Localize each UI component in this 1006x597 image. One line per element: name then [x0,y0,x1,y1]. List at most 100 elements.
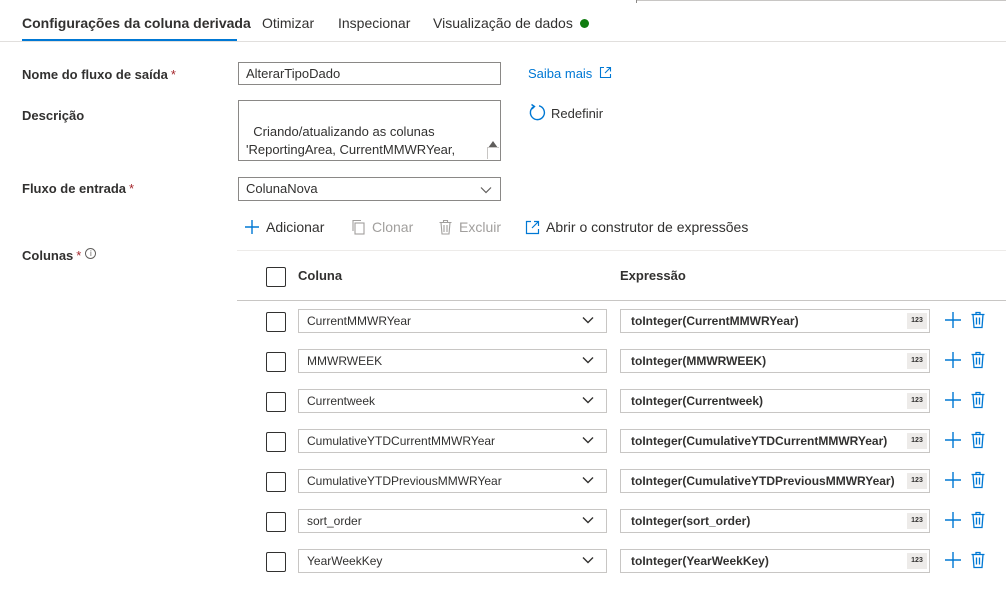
column-name: YearWeekKey [307,554,383,568]
row-checkbox[interactable] [266,552,286,572]
tab-data-preview[interactable]: Visualização de dados [433,15,589,31]
select-all-checkbox[interactable] [266,267,286,287]
add-row-icon[interactable] [944,551,962,569]
column-select[interactable]: CumulativeYTDCurrentMMWRYear [298,429,607,453]
input-stream-label: Fluxo de entrada * [22,181,134,196]
info-icon[interactable]: i [85,248,97,259]
input-stream-label-text: Fluxo de entrada [22,181,127,196]
input-stream-value: ColunaNova [246,181,318,196]
resize-grip-icon[interactable] [487,147,499,159]
delete-label: Excluir [459,219,502,235]
tab-inspect[interactable]: Inspecionar [338,15,410,31]
expression-input[interactable]: toInteger(Currentweek) 123 [620,389,930,413]
column-select[interactable]: CumulativeYTDPreviousMMWRYear [298,469,607,493]
delete-row-icon[interactable] [970,471,986,489]
delete-row-icon[interactable] [970,391,986,409]
required-marker: * [170,67,176,82]
expression-text: toInteger(sort_order) [631,514,751,528]
expression-header: Expressão [620,268,686,283]
add-row-icon[interactable] [944,391,962,409]
column-select[interactable]: YearWeekKey [298,549,607,573]
expression-text: toInteger(YearWeekKey) [631,554,769,568]
chevron-down-icon [480,187,492,194]
row-checkbox[interactable] [266,312,286,332]
column-select[interactable]: MMWRWEEK [298,349,607,373]
delete-row-icon[interactable] [970,351,986,369]
required-marker: * [129,181,135,196]
integer-type-badge: 123 [907,353,927,369]
column-name: Currentweek [307,394,376,408]
expression-input[interactable]: toInteger(sort_order) 123 [620,509,930,533]
integer-type-badge: 123 [907,553,927,569]
output-stream-label-text: Nome do fluxo de saída [22,67,168,82]
row-checkbox[interactable] [266,392,286,412]
add-button[interactable]: Adicionar [244,219,324,235]
row-checkbox[interactable] [266,432,286,452]
delete-row-icon[interactable] [970,431,986,449]
expression-text: toInteger(CurrentMMWRYear) [631,314,799,328]
top-divider [636,0,1006,1]
toolbar-divider [237,250,1006,251]
chevron-down-icon [582,397,594,404]
columns-label-text: Colunas [22,248,74,263]
open-expression-builder-label: Abrir o construtor de expressões [546,219,749,235]
delete-row-icon[interactable] [970,311,986,329]
integer-type-badge: 123 [907,513,927,529]
required-marker: * [76,248,82,263]
column-name: CumulativeYTDPreviousMMWRYear [307,474,502,488]
output-stream-input[interactable]: AlterarTipoDado [238,62,501,85]
chevron-down-icon [582,557,594,564]
column-name: sort_order [307,514,362,528]
refresh-icon [529,103,546,121]
tab-bar: Configurações da coluna derivada Otimiza… [0,0,1006,42]
output-stream-label: Nome do fluxo de saída * [22,67,176,82]
column-name: MMWRWEEK [307,354,383,368]
add-row-icon[interactable] [944,351,962,369]
integer-type-badge: 123 [907,473,927,489]
delete-row-icon[interactable] [970,551,986,569]
expression-input[interactable]: toInteger(CumulativeYTDPreviousMMWRYear)… [620,469,930,493]
reset-label: Redefinir [551,106,604,121]
reset-button[interactable]: Redefinir [528,103,603,122]
description-textarea[interactable]: Criando/atualizando as colunas 'Reportin… [238,100,501,161]
clone-button[interactable]: Clonar [351,219,413,235]
clone-label: Clonar [372,219,414,235]
add-row-icon[interactable] [944,471,962,489]
expression-text: toInteger(CumulativeYTDPreviousMMWRYear) [631,474,895,488]
copy-icon [352,219,365,235]
column-select[interactable]: CurrentMMWRYear [298,309,607,333]
status-dot-icon [579,19,589,28]
row-checkbox[interactable] [266,352,286,372]
active-tab-indicator [22,39,237,41]
column-name: CurrentMMWRYear [307,314,412,328]
trash-icon [439,219,452,235]
tab-optimize[interactable]: Otimizar [262,15,314,31]
add-row-icon[interactable] [944,431,962,449]
plus-icon [245,220,259,234]
expression-input[interactable]: toInteger(MMWRWEEK) 123 [620,349,930,373]
delete-row-icon[interactable] [970,511,986,529]
expression-text: toInteger(CumulativeYTDCurrentMMWRYear) [631,434,888,448]
description-text: Criando/atualizando as colunas 'Reportin… [246,124,456,157]
input-stream-select[interactable]: ColunaNova [238,177,501,201]
chevron-down-icon [582,477,594,484]
expression-text: toInteger(Currentweek) [631,394,764,408]
description-label: Descrição [22,108,85,123]
add-row-icon[interactable] [944,311,962,329]
columns-label: Colunas * i [22,248,97,263]
add-label: Adicionar [266,219,325,235]
delete-button[interactable]: Excluir [438,219,501,235]
tab-derived-column-settings[interactable]: Configurações da coluna derivada [22,15,251,31]
column-select[interactable]: sort_order [298,509,607,533]
add-row-icon[interactable] [944,511,962,529]
expression-input[interactable]: toInteger(CurrentMMWRYear) 123 [620,309,930,333]
integer-type-badge: 123 [907,313,927,329]
expression-input[interactable]: toInteger(CumulativeYTDCurrentMMWRYear) 1… [620,429,930,453]
row-checkbox[interactable] [266,512,286,532]
expression-input[interactable]: toInteger(YearWeekKey) 123 [620,549,930,573]
open-external-icon [525,220,540,234]
open-expression-builder-button[interactable]: Abrir o construtor de expressões [525,219,748,235]
row-checkbox[interactable] [266,472,286,492]
column-select[interactable]: Currentweek [298,389,607,413]
learn-more-link[interactable]: Saiba mais [528,66,612,81]
